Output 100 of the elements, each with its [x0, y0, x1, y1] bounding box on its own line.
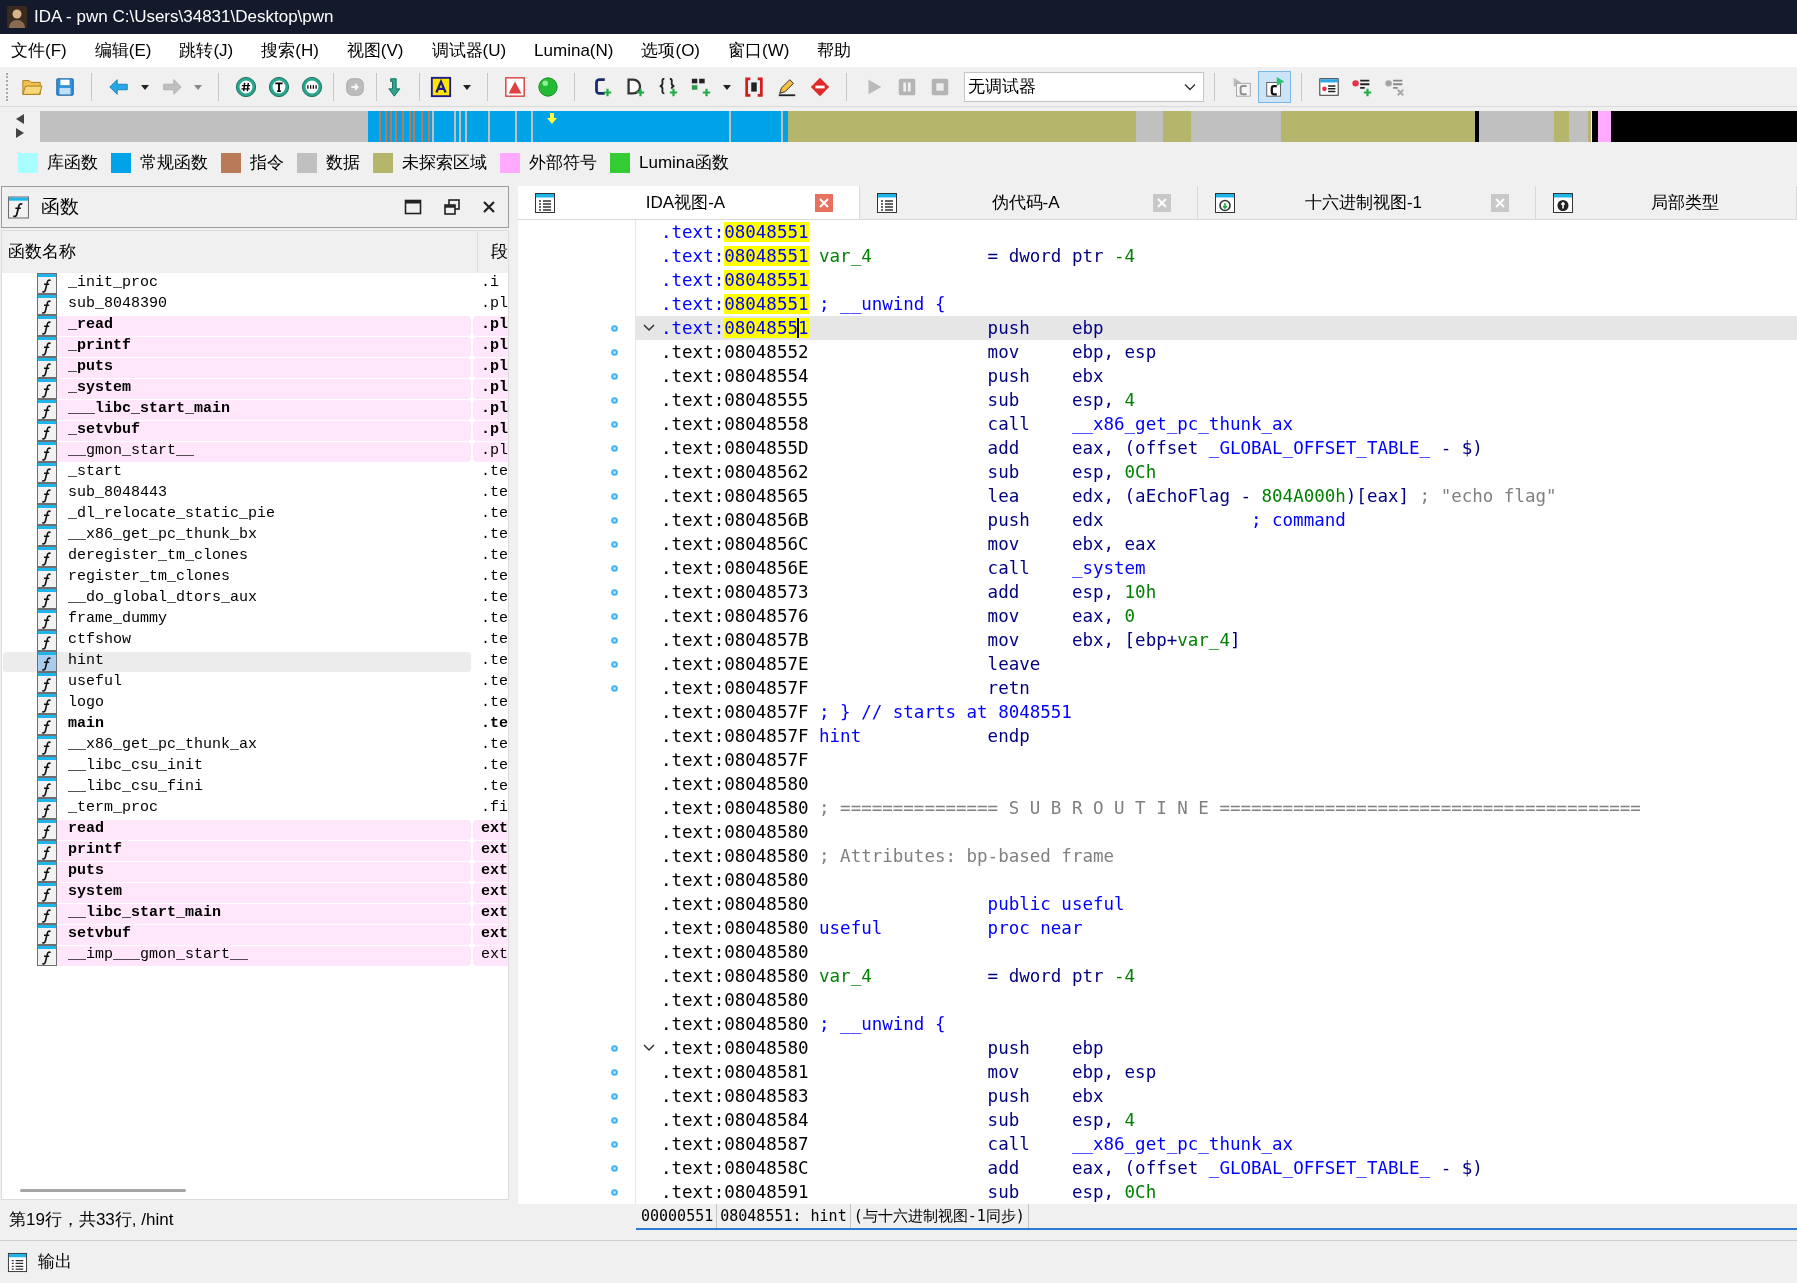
disassembly-line: .text:0804857F retn — [661, 677, 1030, 700]
function-icon — [37, 819, 57, 840]
function-row[interactable]: deregister_tm_clones — [3, 546, 471, 567]
function-row[interactable]: useful — [3, 672, 471, 693]
function-row[interactable]: hint — [3, 651, 471, 672]
function-row[interactable]: logo — [3, 693, 471, 714]
brackets-icon[interactable] — [742, 75, 765, 98]
function-row[interactable]: _start — [3, 462, 471, 483]
function-icon — [37, 735, 57, 756]
disassembly-line: .text:0804857F — [661, 749, 809, 772]
function-icon — [37, 567, 57, 588]
function-icon — [37, 693, 57, 714]
menu-item[interactable]: Lumina(N) — [534, 37, 614, 64]
disassembly-line: .text:0804858C add eax, (offset _GLOBAL_OFFSET_TABLE_ - $) — [661, 1157, 1483, 1180]
function-row[interactable]: main — [3, 714, 471, 735]
maximize-icon[interactable] — [404, 199, 422, 215]
position-arrow-icon — [547, 112, 557, 124]
function-icon — [37, 630, 57, 651]
function-row[interactable]: _dl_relocate_static_pie — [3, 504, 471, 525]
stop-sign-icon[interactable] — [808, 75, 831, 98]
close-icon[interactable] — [482, 200, 496, 214]
column-header[interactable]: 段 — [478, 239, 508, 265]
disassembly-line: .text:0804857F hint endp — [661, 725, 1030, 748]
menu-item[interactable]: 搜索(H) — [261, 37, 319, 64]
menu-item[interactable]: 窗口(W) — [728, 37, 790, 64]
function-name: useful — [67, 672, 123, 693]
legend-label: 数据 — [326, 152, 360, 175]
disassembly-line: .text:08048573 add esp, 10h — [661, 581, 1157, 604]
function-name: _dl_relocate_static_pie — [67, 504, 277, 525]
segment-name: ext — [473, 924, 508, 945]
scroll-right-icon[interactable] — [16, 128, 24, 138]
function-row[interactable]: register_tm_clones — [3, 567, 471, 588]
function-icon — [37, 504, 57, 525]
menu-item[interactable]: 调试器(U) — [431, 37, 507, 64]
function-row[interactable]: frame_dummy — [3, 609, 471, 630]
function-name: _start — [67, 462, 123, 483]
function-icon — [37, 882, 57, 903]
function-icon — [37, 315, 57, 336]
disassembly-line: .text:08048580 ; Attributes: bp-based frame — [661, 845, 1115, 868]
disassembly-line: .text:0804856E call _system — [661, 557, 1146, 580]
function-icon — [8, 195, 29, 219]
hash-circle-icon[interactable] — [234, 75, 257, 98]
function-row[interactable]: sub_8048443 — [3, 483, 471, 504]
chevron-down-icon[interactable] — [642, 324, 655, 332]
triangle-frame-icon[interactable] — [503, 75, 526, 98]
function-row[interactable]: _term_proc — [3, 798, 471, 819]
legend-label: 常规函数 — [140, 152, 208, 175]
menu-item[interactable]: 帮助 — [817, 37, 852, 64]
segment-name: ext — [473, 861, 508, 882]
legend-label: 外部符号 — [529, 152, 597, 175]
function-row[interactable]: __x86_get_pc_thunk_ax — [3, 735, 471, 756]
function-icon — [37, 651, 57, 672]
chevron-down-icon[interactable] — [642, 1044, 655, 1052]
function-name: _term_proc — [67, 798, 159, 819]
segment-name: .te — [480, 588, 508, 609]
function-name: __libc_csu_init — [67, 756, 205, 777]
menu-item[interactable]: 跳转(J) — [179, 37, 234, 64]
menu-item[interactable]: 视图(V) — [346, 37, 404, 64]
status-text: 第19行，共33行, /hint — [9, 1209, 174, 1232]
function-row[interactable]: _init_proc — [3, 273, 471, 294]
function-row[interactable]: __libc_csu_init — [3, 756, 471, 777]
function-row[interactable]: ctfshow — [3, 630, 471, 651]
function-icon — [37, 462, 57, 483]
function-name: _init_proc — [67, 273, 159, 294]
function-icon — [37, 672, 57, 693]
disassembly-line: .text:08048580 push ebp — [661, 1037, 1104, 1060]
function-name: sub_8048443 — [67, 483, 169, 504]
scrollbar-thumb[interactable] — [20, 1189, 186, 1192]
function-name: __x86_get_pc_thunk_ax — [67, 735, 259, 756]
disassembly-line: .text:08048580 — [661, 869, 809, 892]
navigation-band[interactable] — [40, 110, 1797, 142]
function-row[interactable]: sub_8048390 — [3, 294, 471, 315]
segment-name: .pl — [473, 315, 508, 336]
function-name: deregister_tm_clones — [67, 546, 250, 567]
t-circle-icon[interactable] — [267, 75, 290, 98]
restore-icon[interactable] — [444, 199, 460, 215]
segment-name: .te — [480, 672, 508, 693]
tab[interactable]: IDA视图-A — [518, 186, 860, 219]
disassembly-line: .text:08048558 call __x86_get_pc_thunk_ax — [661, 413, 1294, 436]
disassembly-line: .text:08048562 sub esp, 0Ch — [661, 461, 1157, 484]
scroll-left-icon[interactable] — [16, 114, 24, 124]
debugger-select[interactable]: 无调试器 — [964, 71, 1204, 102]
digits-circle-icon[interactable] — [300, 75, 323, 98]
output-tab[interactable]: 输出 — [7, 1241, 78, 1283]
function-row[interactable]: __x86_get_pc_thunk_bx — [3, 525, 471, 546]
disassembly-line: .text:08048565 lea edx, (aEchoFlag - 804A000h)[eax] ; "echo flag" — [661, 485, 1557, 508]
sphere-icon[interactable] — [536, 75, 559, 98]
function-row[interactable]: __libc_csu_fini — [3, 777, 471, 798]
disassembly-line: .text:08048584 sub esp, 4 — [661, 1109, 1136, 1132]
menu-item[interactable]: 文件(F) — [11, 37, 67, 64]
function-icon — [37, 357, 57, 378]
segment-name: .te — [480, 693, 508, 714]
disassembly-line: .text:0804856C mov ebx, eax — [661, 533, 1157, 556]
panel-title: 函数 — [41, 194, 79, 219]
letter-a-icon[interactable] — [429, 75, 452, 98]
menu-item[interactable]: 选项(O) — [641, 37, 700, 64]
segment-name: .te — [480, 462, 508, 483]
disassembly-line: .text:08048580 — [661, 989, 809, 1012]
function-row[interactable]: __do_global_dtors_aux — [3, 588, 471, 609]
menu-item[interactable]: 编辑(E) — [94, 37, 152, 64]
